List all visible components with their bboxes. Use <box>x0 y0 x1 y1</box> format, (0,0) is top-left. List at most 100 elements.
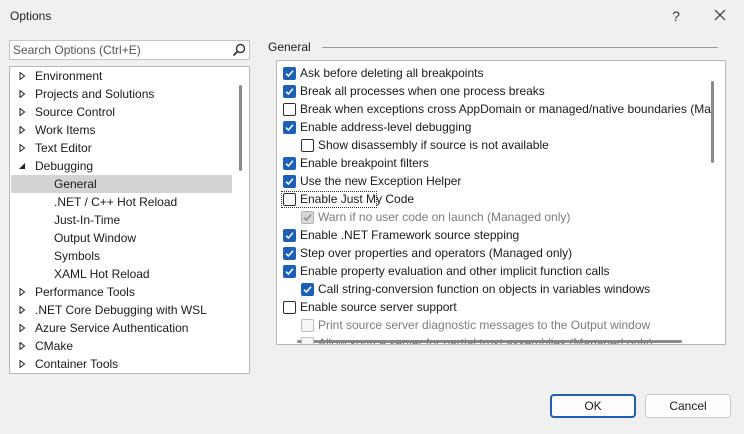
tree-item-label: Work Items <box>35 123 96 137</box>
tree-item[interactable]: Debugging <box>11 157 232 175</box>
option-label: Warn if no user code on launch (Managed … <box>318 210 571 224</box>
cancel-button[interactable]: Cancel <box>645 394 731 418</box>
option-checkbox[interactable] <box>301 283 314 296</box>
tree-item[interactable]: Text Editor <box>11 139 232 157</box>
triangle-right-icon[interactable] <box>18 360 26 368</box>
option-checkbox <box>301 319 314 332</box>
checkmark-icon <box>285 160 294 168</box>
option-label: Call string-conversion function on objec… <box>318 282 651 296</box>
triangle-right-icon[interactable] <box>18 324 26 332</box>
options-tree[interactable]: Environment Projects and Solutions Source … <box>9 66 250 374</box>
checkmark-icon <box>285 124 294 132</box>
tree-item[interactable]: Azure Service Authentication <box>11 319 232 337</box>
option-checkbox[interactable] <box>283 67 296 80</box>
tree-item[interactable]: Source Control <box>11 103 232 121</box>
option-label: Enable source server support <box>300 300 457 314</box>
triangle-right-icon[interactable] <box>18 306 26 314</box>
tree-item[interactable]: Work Items <box>11 121 232 139</box>
checkmark-icon <box>285 268 294 276</box>
tree-item-label: Source Control <box>35 105 116 119</box>
checkmark-icon <box>303 286 312 294</box>
tree-item[interactable]: CMake <box>11 337 232 355</box>
option-checkbox[interactable] <box>283 121 296 134</box>
tree-item-label: Text Editor <box>35 141 92 155</box>
option-checkbox[interactable] <box>283 103 296 116</box>
option-checkbox[interactable] <box>283 193 296 206</box>
tree-scrollbar[interactable] <box>239 85 242 171</box>
panel-divider <box>322 47 718 48</box>
tree-item-label: Debugging <box>35 159 94 173</box>
tree-item-label: Just-In-Time <box>54 213 121 227</box>
option-checkbox[interactable] <box>283 301 296 314</box>
triangle-right-icon[interactable] <box>18 342 26 350</box>
option-label: Show disassembly if source is not availa… <box>318 138 549 152</box>
options-vertical-scrollbar[interactable] <box>711 81 714 163</box>
search-icon[interactable] <box>232 43 246 57</box>
tree-item[interactable]: Environment <box>11 67 232 85</box>
option-label: Print source server diagnostic messages … <box>318 318 651 332</box>
option-label: Enable address-level debugging <box>300 120 472 134</box>
option-label: Use the new Exception Helper <box>300 174 462 188</box>
option-label: Break all processes when one process bre… <box>300 84 545 98</box>
tree-item-label: Azure Service Authentication <box>35 321 189 335</box>
checkmark-icon <box>285 232 294 240</box>
tree-item-label: CMake <box>35 339 74 353</box>
triangle-right-icon[interactable] <box>18 288 26 296</box>
option-checkbox[interactable] <box>283 85 296 98</box>
tree-item-label: .NET Core Debugging with WSL <box>35 303 207 317</box>
checkmark-icon <box>303 214 312 222</box>
search-box[interactable] <box>9 40 250 60</box>
option-checkbox <box>301 337 314 344</box>
search-input[interactable] <box>13 42 228 58</box>
option-checkbox <box>301 211 314 224</box>
checkmark-icon <box>285 88 294 96</box>
tree-item[interactable]: .NET / C++ Hot Reload <box>11 193 232 211</box>
triangle-right-icon[interactable] <box>18 90 26 98</box>
option-label: Enable breakpoint filters <box>300 156 429 170</box>
tree-item[interactable]: Output Window <box>11 229 232 247</box>
tree-item-label: XAML Hot Reload <box>54 267 150 281</box>
panel-title: General <box>268 40 311 54</box>
tree-item[interactable]: General <box>11 175 232 193</box>
tree-item[interactable]: .NET Core Debugging with WSL <box>11 301 232 319</box>
close-icon <box>714 9 726 21</box>
option-label: Step over properties and operators (Mana… <box>300 246 573 260</box>
triangle-down-icon[interactable] <box>18 162 26 170</box>
option-label: Allow source server for partial trust as… <box>318 336 653 345</box>
checkmark-icon <box>285 250 294 258</box>
tree-item-label: Performance Tools <box>35 285 135 299</box>
close-button[interactable] <box>706 6 734 26</box>
tree-item-label: .NET / C++ Hot Reload <box>54 195 178 209</box>
option-label: Ask before deleting all breakpoints <box>300 66 484 80</box>
tree-item[interactable]: Projects and Solutions <box>11 85 232 103</box>
option-label: Break when exceptions cross AppDomain or… <box>300 102 711 116</box>
tree-item-label: General <box>54 177 97 191</box>
option-checkbox[interactable] <box>283 229 296 242</box>
triangle-right-icon[interactable] <box>18 72 26 80</box>
tree-item[interactable]: Performance Tools <box>11 283 232 301</box>
tree-item-label: Output Window <box>54 231 137 245</box>
option-checkbox[interactable] <box>301 139 314 152</box>
tree-item-label: Projects and Solutions <box>35 87 155 101</box>
help-button[interactable]: ? <box>664 6 688 26</box>
tree-item[interactable]: Just-In-Time <box>11 211 232 229</box>
option-checkbox[interactable] <box>283 157 296 170</box>
tree-item[interactable]: Container Tools <box>11 355 232 373</box>
tree-item[interactable]: Symbols <box>11 247 232 265</box>
tree-item-label: Container Tools <box>35 357 119 371</box>
title-bar: Options ? <box>0 0 744 32</box>
checkmark-icon <box>285 178 294 186</box>
option-checkbox[interactable] <box>283 175 296 188</box>
triangle-right-icon[interactable] <box>18 126 26 134</box>
triangle-right-icon[interactable] <box>18 144 26 152</box>
tree-item[interactable]: XAML Hot Reload <box>11 265 232 283</box>
checkmark-icon <box>285 70 294 78</box>
ok-button[interactable]: OK <box>550 394 636 418</box>
option-checkbox[interactable] <box>283 265 296 278</box>
option-label: Enable Just My Code <box>300 192 415 206</box>
option-checkbox[interactable] <box>283 247 296 260</box>
option-label: Enable property evaluation and other imp… <box>300 264 610 278</box>
triangle-right-icon[interactable] <box>18 108 26 116</box>
tree-item-label: Symbols <box>54 249 101 263</box>
options-list: Ask before deleting all breakpoints Break… <box>276 60 726 345</box>
